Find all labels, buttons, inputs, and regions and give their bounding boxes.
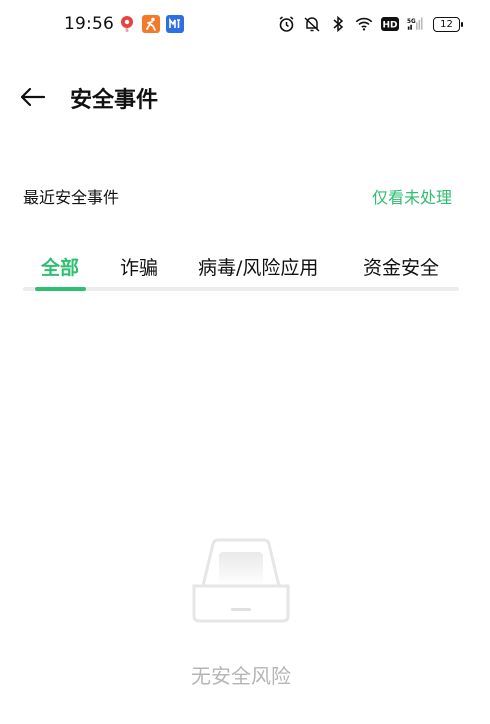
active-tab-indicator <box>35 287 86 291</box>
empty-inbox-icon <box>191 538 291 624</box>
back-button[interactable] <box>18 83 48 111</box>
tab-fraud[interactable]: 诈骗 <box>120 253 158 280</box>
mute-bell-icon <box>303 15 321 33</box>
back-arrow-icon <box>20 87 46 107</box>
status-time: 19:56 <box>64 14 114 34</box>
notification-icons <box>118 15 184 33</box>
tab-track <box>23 287 459 291</box>
svg-text:5G: 5G <box>407 19 416 25</box>
tab-all[interactable]: 全部 <box>41 253 79 280</box>
wifi-icon <box>355 15 373 33</box>
runner-app-icon <box>142 15 160 33</box>
status-bar: 19:56 HD 5G 12 <box>0 0 490 50</box>
section-label: 最近安全事件 <box>23 188 120 207</box>
system-icons: HD 5G 12 <box>277 15 463 33</box>
page-title: 安全事件 <box>70 88 159 113</box>
maimai-app-icon <box>166 15 184 33</box>
signal-5g-icon: 5G <box>407 15 425 33</box>
svg-text:HD: HD <box>382 21 397 31</box>
empty-state-text: 无安全风险 <box>191 664 291 688</box>
battery-icon: 12 <box>433 16 463 32</box>
map-pin-app-icon <box>118 15 136 33</box>
tab-virus-risk-apps[interactable]: 病毒/风险应用 <box>198 253 318 280</box>
alarm-icon <box>277 15 295 33</box>
event-tabs: 全部 诈骗 病毒/风险应用 资金安全 <box>23 250 459 292</box>
unhandled-only-filter[interactable]: 仅看未处理 <box>372 184 452 208</box>
bluetooth-icon <box>329 15 347 33</box>
hd-icon: HD <box>381 15 399 33</box>
tab-fund-security[interactable]: 资金安全 <box>363 253 439 280</box>
battery-level: 12 <box>440 18 453 30</box>
